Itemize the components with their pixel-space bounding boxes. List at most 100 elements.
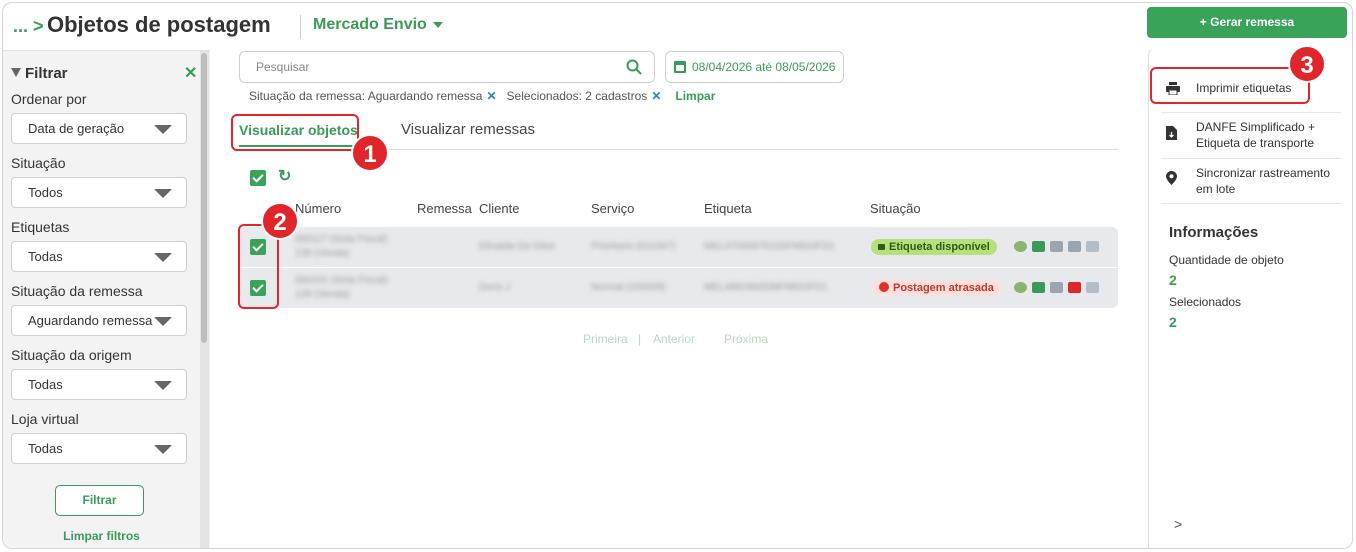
printer-icon[interactable] bbox=[1032, 282, 1045, 293]
ff-icon[interactable] bbox=[1086, 282, 1099, 293]
selected-value: 2 bbox=[1169, 314, 1177, 330]
envelope-icon[interactable] bbox=[1050, 282, 1063, 293]
dropdown-arrow-icon bbox=[154, 253, 172, 262]
dropdown-arrow-icon bbox=[154, 445, 172, 454]
row-actions bbox=[1014, 282, 1099, 293]
column-header-servico: Serviço bbox=[591, 201, 635, 216]
dropdown-arrow-icon bbox=[154, 317, 172, 326]
dropdown-arrow-icon bbox=[154, 189, 172, 198]
row-numero-l2: 139 (Venda) bbox=[295, 248, 350, 259]
page-header: ... > Objetos de postagem Mercado Envio bbox=[3, 3, 1143, 49]
calendar-icon bbox=[674, 61, 686, 73]
sidebar-scroll-track[interactable] bbox=[200, 51, 209, 548]
column-header-cliente: Cliente bbox=[479, 201, 520, 216]
filter-button[interactable]: Filtrar bbox=[55, 485, 144, 516]
integration-dropdown[interactable]: Mercado Envio bbox=[313, 16, 443, 34]
funnel-icon bbox=[11, 68, 21, 77]
filter-label-loja: Loja virtual bbox=[11, 411, 79, 427]
select-situacao-remessa[interactable]: Aguardando remessa bbox=[11, 305, 187, 336]
divider bbox=[1161, 203, 1341, 204]
filter-label-situacao-remessa: Situação da remessa bbox=[11, 283, 143, 299]
ff-icon[interactable] bbox=[1086, 241, 1099, 252]
info-title: Informações bbox=[1169, 224, 1259, 241]
printer-icon[interactable] bbox=[1032, 241, 1045, 252]
gerar-remessa-button[interactable]: + Gerar remessa bbox=[1147, 7, 1347, 38]
row-numero-l1: 000101 (Nota Fiscal) bbox=[295, 275, 388, 286]
callout-number-3: 3 bbox=[1288, 45, 1326, 83]
filter-title: Filtrar bbox=[25, 65, 68, 82]
active-filters: Situação da remessa: Aguardando remessa ✕… bbox=[249, 89, 715, 103]
row-cliente: Doris J bbox=[479, 282, 511, 293]
column-header-etiqueta: Etiqueta bbox=[704, 201, 752, 216]
clear-chips-link[interactable]: Limpar bbox=[675, 89, 715, 103]
envelope-icon[interactable] bbox=[1050, 241, 1063, 252]
row-etiqueta: MEL4891960DMFMDOFD1 bbox=[704, 282, 828, 293]
select-loja[interactable]: Todas bbox=[11, 433, 187, 464]
search-input[interactable]: Pesquisar bbox=[239, 51, 655, 83]
tracking-icon[interactable] bbox=[1014, 282, 1027, 293]
filter-sidebar: Filtrar ✕ Ordenar por Data de geração Si… bbox=[3, 50, 210, 548]
actions-panel-box: Imprimir etiquetas DANFE Simplificado + … bbox=[1148, 50, 1352, 548]
breadcrumb-ellipsis[interactable]: ... bbox=[13, 16, 28, 36]
breadcrumb[interactable]: ... > bbox=[13, 16, 44, 37]
app-window: ... > Objetos de postagem Mercado Envio … bbox=[2, 2, 1353, 549]
tracking-icon[interactable] bbox=[1014, 241, 1027, 252]
header-divider bbox=[300, 15, 301, 39]
select-situacao[interactable]: Todos bbox=[11, 177, 187, 208]
callout-box-print bbox=[1150, 67, 1310, 104]
column-header-situacao: Situação bbox=[870, 201, 921, 216]
calendar-icon[interactable] bbox=[1068, 241, 1081, 252]
dropdown-arrow-icon bbox=[154, 125, 172, 134]
qty-value: 2 bbox=[1169, 272, 1177, 288]
remove-chip-icon[interactable]: ✕ bbox=[651, 89, 661, 103]
status-badge-label: Etiqueta disponível bbox=[889, 241, 990, 253]
select-etiquetas-value: Todas bbox=[28, 249, 63, 264]
row-etiqueta: MEL4700087611DFMDOFD1 bbox=[704, 241, 835, 252]
pagination-next[interactable]: Próxima bbox=[724, 332, 768, 346]
select-situacao-origem[interactable]: Todas bbox=[11, 369, 187, 400]
close-icon[interactable]: ✕ bbox=[184, 63, 197, 83]
select-all-checkbox[interactable] bbox=[250, 170, 266, 186]
select-ordenar[interactable]: Data de geração bbox=[11, 113, 187, 144]
filter-label-situacao: Situação bbox=[11, 155, 66, 171]
divider bbox=[1161, 112, 1341, 113]
integration-label: Mercado Envio bbox=[313, 16, 427, 33]
column-header-remessa: Remessa bbox=[417, 201, 472, 216]
danfe-label-2: Etiqueta de transporte bbox=[1196, 136, 1315, 150]
refresh-icon[interactable]: ↻ bbox=[278, 166, 291, 186]
danfe-label-1: DANFE Simplificado + bbox=[1196, 120, 1316, 134]
row-servico: Prioritario (011947) bbox=[591, 241, 676, 252]
danfe-action[interactable]: DANFE Simplificado + Etiqueta de transpo… bbox=[1166, 119, 1316, 151]
select-etiquetas[interactable]: Todas bbox=[11, 241, 187, 272]
filter-label-situacao-origem: Situação da origem bbox=[11, 347, 132, 363]
filter-label-ordenar: Ordenar por bbox=[11, 91, 87, 107]
status-badge: Postagem atrasada bbox=[872, 280, 1001, 296]
search-icon[interactable] bbox=[626, 59, 642, 75]
row-servico: Normal (100009) bbox=[591, 282, 667, 293]
pagination-separator: | bbox=[638, 332, 642, 346]
sidebar-scrollbar[interactable] bbox=[201, 53, 207, 343]
sync-tracking-action[interactable]: Sincronizar rastreamento em lote bbox=[1166, 165, 1331, 197]
lock-icon bbox=[878, 244, 885, 250]
select-loja-value: Todas bbox=[28, 441, 63, 456]
filter-header: Filtrar bbox=[11, 65, 68, 82]
sync-label-1: Sincronizar rastreamento bbox=[1196, 166, 1331, 180]
search-placeholder: Pesquisar bbox=[256, 60, 310, 74]
qty-label: Quantidade de objeto bbox=[1169, 253, 1284, 267]
file-download-icon bbox=[1166, 126, 1177, 140]
pagination-prev[interactable]: Anterior bbox=[653, 332, 695, 346]
remove-chip-icon[interactable]: ✕ bbox=[486, 89, 496, 103]
status-badge: Etiqueta disponível bbox=[871, 239, 997, 255]
chevron-right-icon[interactable]: > bbox=[1174, 516, 1182, 532]
chevron-right-icon: > bbox=[33, 16, 44, 36]
row-cliente: Elinalda Da Silva bbox=[479, 241, 555, 252]
pagination-first[interactable]: Primeira bbox=[583, 332, 628, 346]
select-situacao-remessa-value: Aguardando remessa bbox=[28, 313, 153, 328]
calendar-icon[interactable] bbox=[1068, 282, 1081, 293]
filter-chip-selecionados: Selecionados: 2 cadastros bbox=[506, 89, 648, 103]
tab-visualizar-remessas[interactable]: Visualizar remessas bbox=[401, 121, 535, 138]
row-actions bbox=[1014, 241, 1099, 252]
clear-filters-link[interactable]: Limpar filtros bbox=[3, 529, 200, 543]
date-range-picker[interactable]: 08/04/2026 até 08/05/2026 bbox=[665, 51, 844, 83]
row-numero-l1: 000117 (Nota Fiscal) bbox=[295, 234, 388, 245]
